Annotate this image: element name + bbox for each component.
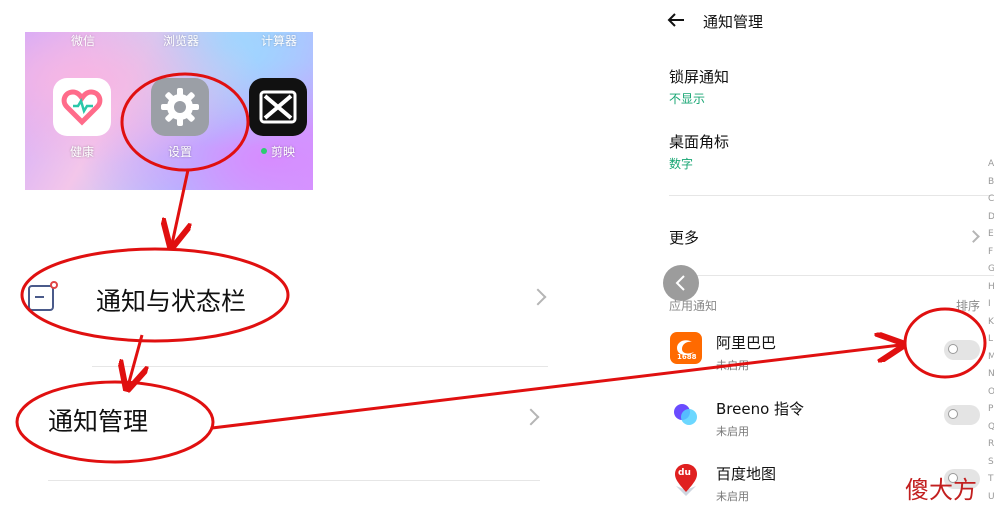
app-status: 未启用 <box>716 425 749 438</box>
app-label-calculator: 计算器 <box>261 34 298 48</box>
breeno-icon <box>670 398 702 430</box>
more-label[interactable]: 更多 <box>669 227 699 248</box>
alphabet-index-letter[interactable]: P <box>988 405 993 414</box>
health-app-label: 健康 <box>69 145 94 159</box>
alphabet-index-letter[interactable]: S <box>988 457 994 467</box>
app-label-wechat: 微信 <box>71 34 96 48</box>
alphabet-index-letter[interactable]: O <box>988 387 994 397</box>
alphabet-index-letter[interactable]: A <box>988 160 994 169</box>
app-notifications-header: 应用通知 <box>669 299 718 313</box>
capcut-app[interactable] <box>249 78 307 136</box>
app-status: 未启用 <box>716 359 749 372</box>
app-label-browser: 浏览器 <box>163 34 200 48</box>
alibaba-notification-toggle[interactable] <box>944 340 980 360</box>
baidu-map-icon: du <box>670 462 702 498</box>
desktop-badge-value: 数字 <box>669 157 694 171</box>
sort-button[interactable]: 排序 <box>956 297 980 314</box>
capcut-app-label: 剪映 <box>270 145 295 159</box>
settings-app-label: 设置 <box>167 145 192 159</box>
divider <box>48 480 540 481</box>
desktop-badge-label[interactable]: 桌面角标 <box>669 131 729 152</box>
alphabet-index-letter[interactable]: I <box>988 300 991 309</box>
back-arrow-icon[interactable] <box>666 11 686 29</box>
divider <box>92 366 548 367</box>
breeno-notification-toggle[interactable] <box>944 405 980 425</box>
alibaba-icon-text: 1688 <box>677 353 697 361</box>
alibaba-1688-icon: 1688 <box>670 332 702 364</box>
alphabet-index-letter[interactable]: U <box>988 492 994 502</box>
home-screen-snippet: 微信 浏览器 计算器 健康 设置 剪映 <box>25 32 313 190</box>
alphabet-index-letter[interactable]: L <box>988 335 993 344</box>
app-name: 百度地图 <box>716 465 777 483</box>
page-title: 通知管理 <box>703 13 764 31</box>
alphabet-index-letter[interactable]: R <box>988 440 994 449</box>
gear-icon <box>161 88 199 126</box>
alphabet-index-letter[interactable]: N <box>988 370 994 379</box>
divider <box>669 275 994 276</box>
alphabet-index-letter[interactable]: Q <box>988 422 994 432</box>
alphabet-index-letter[interactable]: M <box>988 352 994 362</box>
divider <box>669 195 994 196</box>
capcut-icon <box>259 90 297 124</box>
alphabet-index-letter[interactable]: K <box>988 317 994 327</box>
app-name: Breeno 指令 <box>716 400 805 418</box>
app-name: 阿里巴巴 <box>716 334 777 352</box>
alphabet-index-letter[interactable]: E <box>988 230 994 239</box>
alphabet-index-letter[interactable]: C <box>988 195 994 204</box>
alphabet-index-letter[interactable]: D <box>988 212 994 222</box>
alphabet-index-letter[interactable]: B <box>988 177 994 187</box>
health-app[interactable] <box>53 78 111 136</box>
notification-bar-icon <box>27 281 59 313</box>
alphabet-index-letter[interactable]: T <box>988 475 994 484</box>
heart-icon <box>61 89 103 126</box>
chevron-left-icon <box>675 275 685 291</box>
arrow-row-to-management <box>128 334 142 386</box>
chevron-right-icon <box>529 288 547 306</box>
update-dot <box>261 148 267 154</box>
lock-screen-notification-label[interactable]: 锁屏通知 <box>669 66 729 87</box>
floating-back-button[interactable] <box>663 265 699 301</box>
notification-management-label[interactable]: 通知管理 <box>48 402 148 438</box>
lock-screen-notification-value: 不显示 <box>669 92 706 106</box>
chevron-right-icon <box>967 230 980 243</box>
notification-status-bar-label[interactable]: 通知与状态栏 <box>96 282 246 318</box>
chevron-right-icon <box>522 408 540 426</box>
alphabet-index-letter[interactable]: G <box>988 265 994 274</box>
baidu-icon-text: du <box>678 468 691 478</box>
app-status: 未启用 <box>716 490 749 503</box>
watermark-text: 傻大方 <box>905 476 977 504</box>
alphabet-index-letter[interactable]: H <box>988 282 994 292</box>
settings-app[interactable] <box>151 78 209 136</box>
alphabet-index-letter[interactable]: F <box>988 247 993 257</box>
